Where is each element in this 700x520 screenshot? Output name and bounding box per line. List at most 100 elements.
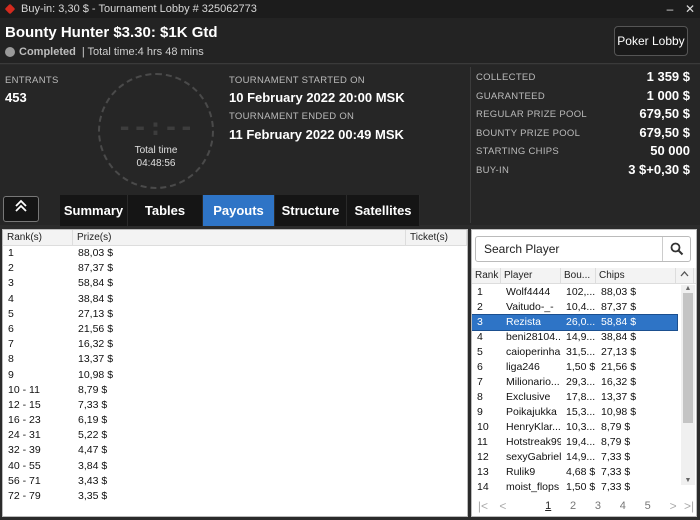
player-rank: 9	[477, 406, 483, 418]
player-row[interactable]: 12 sexyGabriel... 14,9... 7,33 $	[472, 450, 677, 465]
table-row: 32 - 39 4,47 $	[3, 443, 467, 458]
status-dot-icon	[5, 47, 15, 57]
tab-tables[interactable]: Tables	[128, 195, 203, 226]
payout-prize: 3,84 $	[78, 459, 108, 472]
page-1[interactable]: 1	[536, 500, 561, 512]
scroll-up-icon[interactable]: ▲	[681, 285, 695, 293]
search-player-input[interactable]	[476, 237, 662, 261]
stat-label: BOUNTY PRIZE POOL	[476, 127, 581, 139]
entrants-label: ENTRANTS	[5, 75, 59, 86]
player-chips: 13,37 $	[601, 391, 637, 403]
first-page-icon[interactable]: |<	[476, 499, 490, 513]
column-header-bounty[interactable]: Bou...	[561, 268, 596, 283]
player-rank: 2	[477, 301, 483, 313]
payout-ticket	[406, 398, 467, 413]
prev-page-icon[interactable]: <	[496, 499, 510, 513]
table-row: 2 87,37 $	[3, 261, 467, 276]
column-header-rank[interactable]: Rank	[472, 268, 501, 283]
player-row[interactable]: 8 Exclusive 17,8... 13,37 $	[472, 390, 677, 405]
tab-structure[interactable]: Structure	[275, 195, 347, 226]
player-row[interactable]: 4 beni28104... 14,9... 38,84 $	[472, 330, 677, 345]
tab-payouts[interactable]: Payouts	[203, 195, 275, 226]
player-chips: 21,56 $	[601, 361, 637, 373]
player-chips: 27,13 $	[601, 346, 637, 358]
stat-bounty-prize-pool: BOUNTY PRIZE POOL 679,50 $	[471, 123, 698, 142]
player-chips: 8,79 $	[601, 421, 631, 433]
player-row[interactable]: 10 HenryKlar... 10,3... 8,79 $	[472, 420, 677, 435]
player-chips: 87,37 $	[601, 301, 637, 313]
tab-summary[interactable]: Summary	[60, 195, 128, 226]
players-header: Rank Player Bou... Chips	[472, 268, 696, 284]
table-row: 56 - 71 3,43 $	[3, 474, 467, 489]
column-header-ticket[interactable]: Ticket(s)	[406, 230, 467, 245]
player-row[interactable]: 6 liga246 1,50 $ 21,56 $	[472, 360, 677, 375]
player-row[interactable]: 14 moist_flops 1,50 $ 7,33 $	[472, 480, 677, 495]
player-row[interactable]: 5 caioperinha 31,5... 27,13 $	[472, 345, 677, 360]
stat-label: GUARANTEED	[476, 90, 545, 102]
search-button[interactable]	[662, 237, 690, 261]
player-bounty: 4,68 $	[566, 466, 596, 478]
payout-ticket	[406, 352, 467, 367]
tab-satellites[interactable]: Satellites	[347, 195, 420, 226]
player-row[interactable]: 9 Poikajukka 15,3... 10,98 $	[472, 405, 677, 420]
column-header-rank[interactable]: Rank(s)	[3, 230, 73, 245]
payout-prize: 87,37 $	[78, 262, 114, 275]
last-page-icon[interactable]: >|	[682, 499, 696, 513]
payout-rank: 40 - 55	[8, 459, 41, 472]
player-row[interactable]: 1 Wolf4444 102,... 88,03 $	[472, 285, 677, 300]
scroll-down-icon[interactable]: ▼	[681, 477, 695, 485]
minimize-button[interactable]: –	[660, 2, 680, 16]
player-rank: 13	[477, 466, 489, 478]
stat-buy-in: BUY-IN 3 $+0,30 $	[471, 160, 698, 179]
player-name: liga246	[506, 361, 540, 373]
payout-ticket	[406, 322, 467, 337]
poker-lobby-button[interactable]: Poker Lobby	[614, 26, 688, 56]
collapse-icon[interactable]	[3, 196, 39, 222]
stat-starting-chips: STARTING CHIPS 50 000	[471, 141, 698, 160]
table-row: 4 38,84 $	[3, 292, 467, 307]
column-header-prize[interactable]: Prize(s)	[73, 230, 406, 245]
players-pager: |< < 1 2 3 4 5 > >|	[472, 496, 696, 516]
stat-value: 1 359 $	[646, 69, 690, 84]
stat-value: 50 000	[650, 143, 690, 158]
player-row[interactable]: 11 Hotstreak99 19,4... 8,79 $	[472, 435, 677, 450]
next-page-icon[interactable]: >	[666, 499, 680, 513]
stat-label: BUY-IN	[476, 164, 510, 176]
page-2[interactable]: 2	[561, 500, 586, 512]
close-button[interactable]: ✕	[680, 2, 700, 16]
sort-arrow-icon[interactable]	[676, 268, 694, 283]
player-row[interactable]: 3 Rezista 26,0... 58,84 $	[472, 314, 678, 331]
player-rank: 14	[477, 481, 489, 493]
entrants-value: 453	[5, 90, 27, 105]
payout-prize: 8,79 $	[78, 383, 108, 396]
player-bounty: 29,3...	[566, 376, 596, 388]
player-rank: 12	[477, 451, 489, 463]
page-4[interactable]: 4	[610, 500, 635, 512]
player-name: HenryKlar...	[506, 421, 561, 433]
player-chips: 7,33 $	[601, 451, 631, 463]
page-5[interactable]: 5	[635, 500, 660, 512]
player-row[interactable]: 13 Rulik9 4,68 $ 7,33 $	[472, 465, 677, 480]
ended-value: 11 February 2022 00:49 MSK	[229, 127, 404, 142]
player-rank: 5	[477, 346, 483, 358]
player-bounty: 15,3...	[566, 406, 596, 418]
player-bounty: 31,5...	[566, 346, 596, 358]
column-header-player[interactable]: Player	[501, 268, 561, 283]
payout-ticket	[406, 368, 467, 383]
column-header-chips[interactable]: Chips	[596, 268, 676, 283]
player-bounty: 1,50 $	[566, 481, 596, 493]
payout-ticket	[406, 383, 467, 398]
stat-value: 1 000 $	[646, 87, 690, 103]
stat-value: 679,50 $	[639, 106, 690, 121]
payout-prize: 13,37 $	[78, 353, 114, 366]
player-chips: 7,33 $	[601, 481, 631, 493]
table-row: 3 58,84 $	[3, 276, 467, 291]
page-3[interactable]: 3	[586, 500, 611, 512]
player-row[interactable]: 2 Vaitudo-_- 10,4... 87,37 $	[472, 300, 677, 315]
player-rank: 1	[477, 286, 483, 298]
player-row[interactable]: 7 Milionario... 29,3... 16,32 $	[472, 375, 677, 390]
players-scrollbar[interactable]: ▲ ▼	[681, 285, 695, 485]
scrollbar-thumb[interactable]	[683, 293, 693, 423]
player-bounty: 26,0...	[566, 316, 596, 328]
stat-value: 679,50 $	[639, 124, 690, 140]
